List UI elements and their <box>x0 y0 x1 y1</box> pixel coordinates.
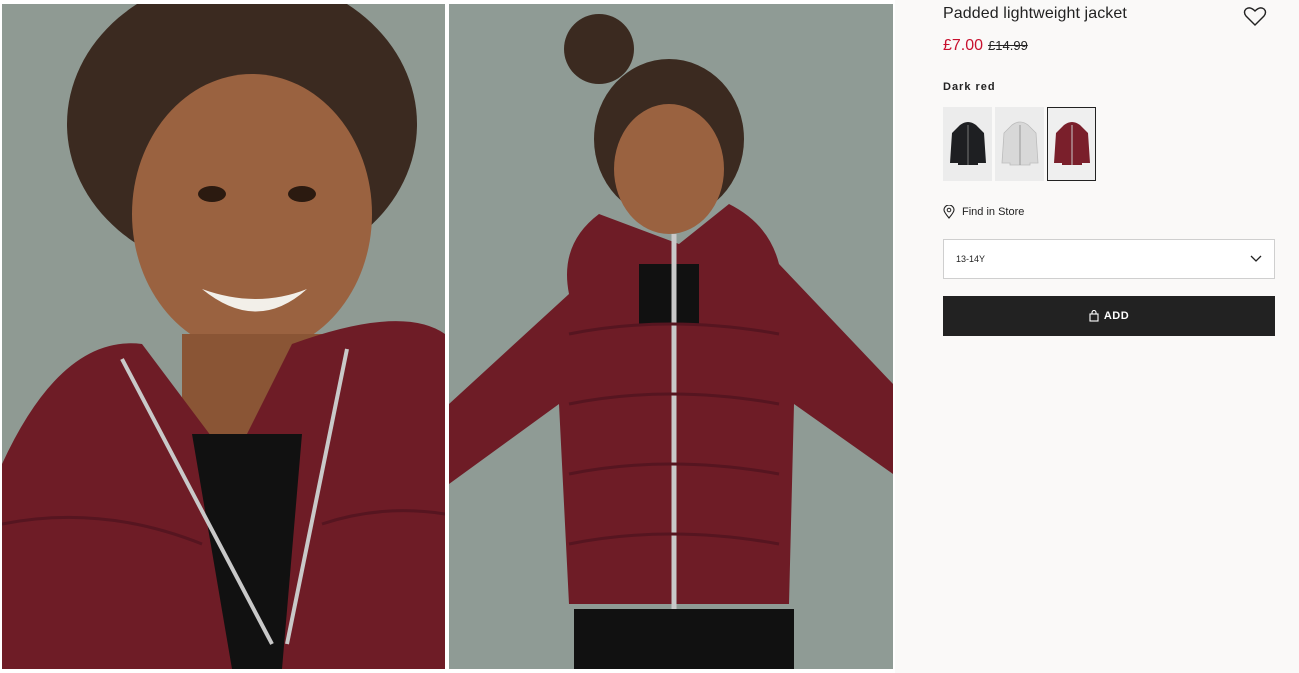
size-select[interactable]: 13-14Y <box>943 239 1275 279</box>
product-gallery <box>0 0 895 673</box>
favourite-button[interactable] <box>1243 5 1267 27</box>
add-button-label: ADD <box>1103 310 1130 322</box>
find-in-store-link[interactable]: Find in Store <box>943 205 1024 219</box>
color-swatches <box>943 107 1096 181</box>
full-photo-image <box>449 4 893 669</box>
swatch-light-grey[interactable] <box>995 107 1044 181</box>
shopping-bag-icon <box>1089 310 1099 322</box>
chevron-down-icon <box>1250 255 1262 262</box>
location-pin-icon <box>943 205 955 219</box>
grey-jacket-thumbnail <box>1001 121 1038 166</box>
sale-price: £7.00 <box>943 37 984 54</box>
product-title: Padded lightweight jacket <box>943 5 1127 22</box>
price-row: £7.00 £14.99 <box>943 37 1028 55</box>
heart-icon <box>1243 7 1267 26</box>
dark-red-jacket-thumbnail <box>1053 122 1090 165</box>
black-jacket-thumbnail <box>949 122 986 165</box>
swatch-dark-red[interactable] <box>1047 107 1096 181</box>
product-photo-closeup[interactable] <box>2 4 445 669</box>
find-in-store-label: Find in Store <box>962 206 1025 218</box>
original-price: £14.99 <box>988 38 1028 53</box>
size-select-value: 13-14Y <box>956 254 986 264</box>
product-photo-full[interactable] <box>449 4 893 669</box>
swatch-black[interactable] <box>943 107 992 181</box>
product-details-panel: Padded lightweight jacket £7.00 £14.99 D… <box>895 0 1299 673</box>
selected-color-label: Dark red <box>943 81 996 93</box>
closeup-photo-image <box>2 4 445 669</box>
add-to-bag-button[interactable]: ADD <box>943 296 1275 336</box>
